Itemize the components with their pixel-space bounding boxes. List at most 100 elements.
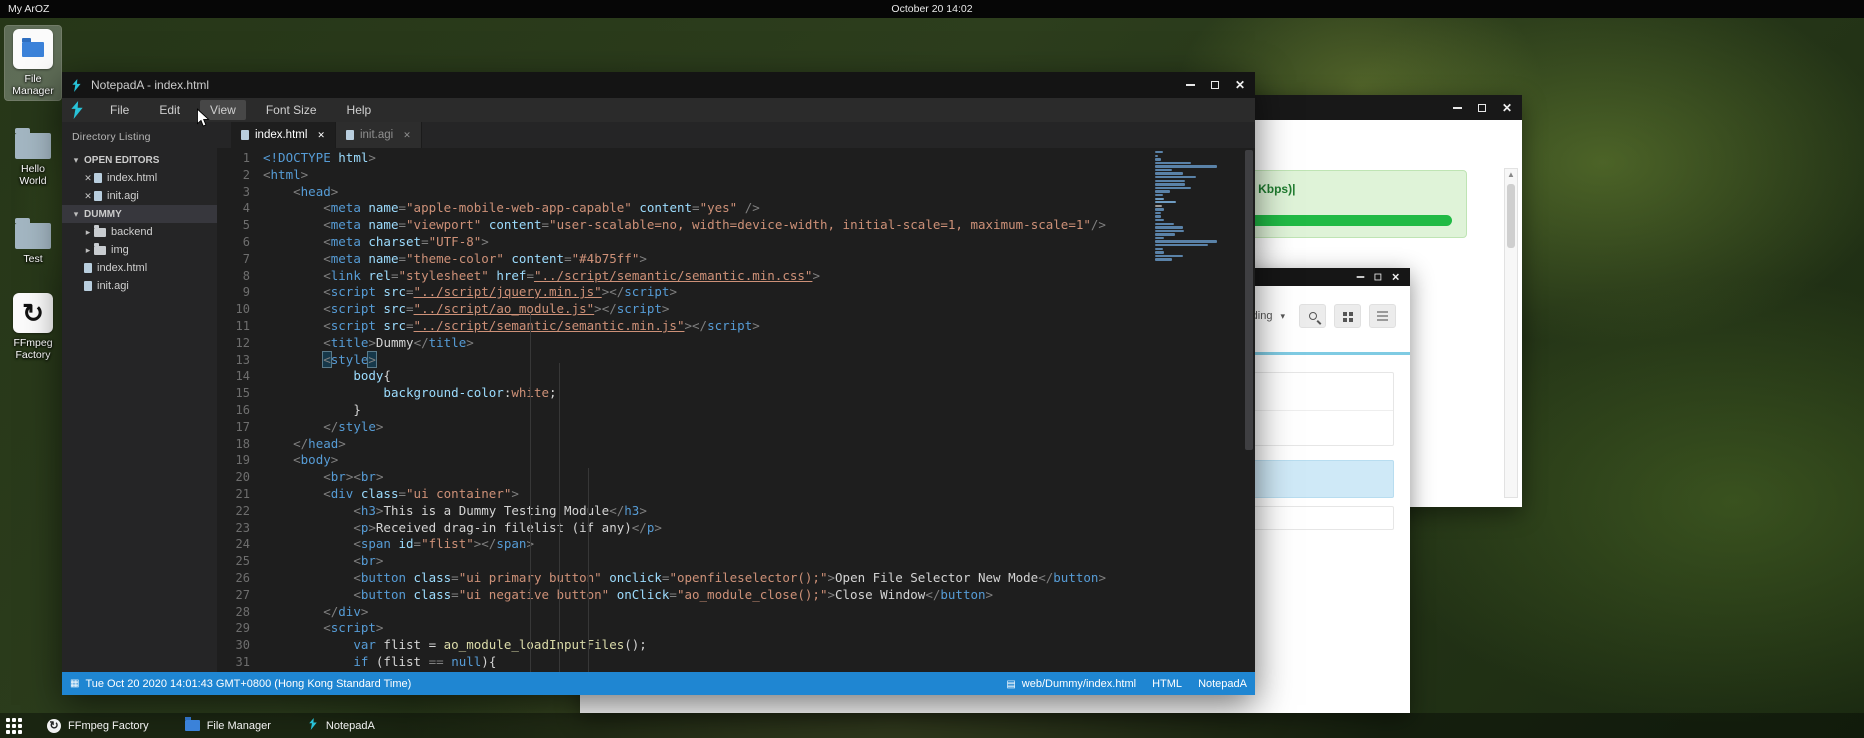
file-icon [84,263,92,273]
code-content[interactable]: <!DOCTYPE html><html> <head> <meta name=… [263,148,1255,672]
code-line[interactable]: <span id="flist"></span> [263,536,1255,553]
code-line[interactable]: <title>Dummy</title> [263,335,1255,352]
tree-item-img[interactable]: ▸img [62,241,217,259]
desktop-icon-test[interactable]: Test [5,212,61,268]
chevron-down-icon[interactable]: ▾ [70,209,82,220]
file-icon [94,173,102,183]
tree-item-index-html[interactable]: index.html [62,259,217,277]
code-line[interactable]: background-color:white; [263,385,1255,402]
code-line[interactable]: if (flist == null){ [263,654,1255,671]
tree-item-backend[interactable]: ▸backend [62,223,217,241]
close-file-icon[interactable]: ✕ [82,173,94,184]
window-title: NotepadA - index.html [91,78,209,92]
folder-icon [22,42,44,57]
code-line[interactable]: } [263,402,1255,419]
code-editor[interactable]: 1234567891011121314151617181920212223242… [217,148,1255,672]
close-button-icon[interactable]: ✕ [1502,102,1512,114]
code-line[interactable]: <head> [263,184,1255,201]
code-line[interactable]: <br> [263,553,1255,570]
mouse-cursor [196,108,210,128]
minimize-button-icon[interactable] [1357,276,1365,278]
minimize-button-icon[interactable] [1453,107,1462,109]
scrollbar-thumb[interactable] [1245,150,1253,450]
desktop-icon-file-manager[interactable]: File Manager [5,26,61,100]
maximize-button-icon[interactable] [1478,104,1486,112]
grid-view-button[interactable] [1334,304,1361,328]
code-line[interactable]: <meta name="theme-color" content="#4b75f… [263,251,1255,268]
menu-font-size[interactable]: Font Size [256,100,327,120]
file-tree: ▾OPEN EDITORS✕index.html✕init.agi▾DUMMY▸… [62,151,217,295]
menu-help[interactable]: Help [337,100,382,120]
close-file-icon[interactable]: ✕ [82,191,94,202]
menu-item-list: FileEditViewFont SizeHelp [100,100,381,120]
code-line[interactable]: <script> [263,620,1255,637]
code-line[interactable]: <meta name="viewport" content="user-scal… [263,217,1255,234]
minimap[interactable] [1155,151,1241,262]
code-line[interactable]: var flist = ao_module_loadInputFiles(); [263,637,1255,654]
code-line[interactable]: <link rel="stylesheet" href="../script/s… [263,268,1255,285]
editor-statusbar: ▦ Tue Oct 20 2020 14:01:43 GMT+0800 (Hon… [62,672,1255,695]
desktop-icon-hello-world[interactable]: Hello World [5,122,61,190]
list-view-button[interactable] [1369,304,1396,328]
code-line[interactable]: <style> [263,352,1255,369]
code-line[interactable]: </style> [263,419,1255,436]
code-line[interactable]: <script src="../script/jquery.min.js"></… [263,284,1255,301]
code-line[interactable]: <html> [263,167,1255,184]
taskbar-item-file-manager[interactable]: File Manager [185,720,271,732]
chevron-down-icon[interactable]: ▾ [1280,311,1285,322]
tree-item-open-editors[interactable]: ▾OPEN EDITORS [62,151,217,169]
chevron-right-icon[interactable]: ▸ [82,227,94,238]
chevron-down-icon[interactable]: ▾ [70,155,82,166]
tab-index-html[interactable]: index.html✕ [231,122,336,148]
code-line[interactable]: <meta name="apple-mobile-web-app-capable… [263,200,1255,217]
scrollbar-thumb[interactable] [1507,184,1515,248]
tree-item-dummy[interactable]: ▾DUMMY [62,205,217,223]
tree-item-index-html[interactable]: ✕index.html [62,169,217,187]
tree-item-init-agi[interactable]: init.agi [62,277,217,295]
scroll-up-arrow-icon[interactable]: ▲ [1505,169,1517,181]
code-line[interactable]: </div> [263,604,1255,621]
code-line[interactable]: <!DOCTYPE html> [263,150,1255,167]
search-button[interactable] [1299,304,1326,328]
menu-edit[interactable]: Edit [149,100,190,120]
tree-item-init-agi[interactable]: ✕init.agi [62,187,217,205]
code-line[interactable]: <p>Received drag-in filelist (if any)</p… [263,520,1255,537]
indent-guide [559,363,560,672]
code-line[interactable]: <h3>This is a Dummy Testing Module</h3> [263,503,1255,520]
code-line[interactable]: <button class="ui primary button" onclic… [263,570,1255,587]
code-line[interactable]: <br><br> [263,469,1255,486]
minimap-line [1155,151,1163,153]
code-line[interactable]: body{ [263,368,1255,385]
code-line[interactable]: <button class="ui negative button" onCli… [263,587,1255,604]
maximize-button-icon[interactable] [1211,81,1219,89]
aroz-menu[interactable]: My ArOZ [8,3,49,15]
close-button-icon[interactable]: ✕ [1391,272,1400,282]
scrollbar[interactable]: ▲ [1504,168,1518,498]
taskbar: ↻FFmpeg Factory File Manager NotepadA [0,713,1864,738]
code-line[interactable]: </head> [263,436,1255,453]
editor-scrollbar[interactable] [1243,148,1255,672]
close-button-icon[interactable]: ✕ [1235,79,1245,91]
menu-file[interactable]: File [100,100,139,120]
taskbar-item-notepada[interactable]: NotepadA [307,718,375,733]
code-line[interactable]: <meta charset="UTF-8"> [263,234,1255,251]
taskbar-item-label: File Manager [207,720,271,732]
taskbar-item-ffmpeg-factory[interactable]: ↻FFmpeg Factory [47,719,149,733]
notepada-titlebar[interactable]: NotepadA - index.html ✕ [62,72,1255,98]
close-tab-icon[interactable]: ✕ [317,130,325,141]
tab-init-agi[interactable]: init.agi✕ [336,122,422,148]
code-line[interactable]: <body> [263,452,1255,469]
desktop-icon-ffmpeg-factory[interactable]: ↻FFmpeg Factory [5,290,61,364]
file-icon [84,281,92,291]
maximize-button-icon[interactable] [1374,274,1381,281]
line-number: 8 [217,268,250,285]
code-line[interactable]: <div class="ui container"> [263,486,1255,503]
chevron-right-icon[interactable]: ▸ [82,245,94,256]
app-launcher-icon[interactable] [6,718,22,734]
code-line[interactable]: <script src="../script/semantic/semantic… [263,318,1255,335]
close-tab-icon[interactable]: ✕ [403,130,411,141]
minimap-line [1155,162,1191,164]
minimize-button-icon[interactable] [1186,84,1195,86]
code-line[interactable]: <script src="../script/ao_module.js"></s… [263,301,1255,318]
minimap-line [1155,205,1162,207]
